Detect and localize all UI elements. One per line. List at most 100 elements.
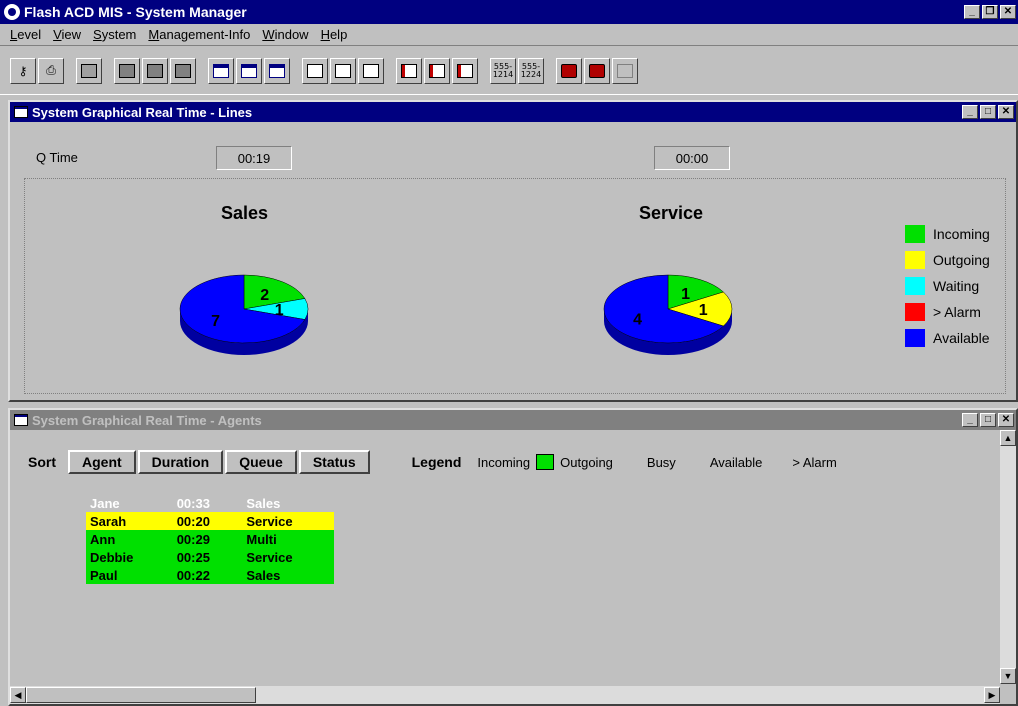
agent-row[interactable]: Jane 00:33 Sales	[86, 494, 334, 512]
monitor-button-2[interactable]	[142, 57, 168, 84]
menu-level[interactable]: Level	[4, 27, 47, 42]
agent-duration: 00:25	[176, 549, 210, 565]
lines-minimize-button[interactable]: _	[962, 105, 978, 119]
pie-value-label: 7	[211, 313, 220, 330]
lines-maximize-button[interactable]: □	[980, 105, 996, 119]
report-icon	[307, 63, 323, 78]
pie-chart-panel: Sales Service 217114 Incoming Outgoing W…	[24, 178, 1006, 394]
agent-name: Paul	[90, 567, 118, 583]
agent-name: Debbie	[90, 549, 134, 565]
phone-icon	[561, 63, 577, 78]
agent-name: Sarah	[90, 513, 127, 529]
agents-window: System Graphical Real Time - Agents _ □ …	[8, 408, 1018, 706]
agent-queue: Sales	[246, 567, 281, 583]
agent-duration: 00:22	[176, 567, 210, 583]
phone-button-1[interactable]	[556, 57, 582, 84]
lines-window-titlebar[interactable]: System Graphical Real Time - Lines _ □ ✕	[10, 102, 1016, 122]
lines-close-button[interactable]: ✕	[998, 105, 1014, 119]
horizontal-scrollbar[interactable]: ◀ ▶	[10, 686, 1000, 704]
vertical-scrollbar[interactable]: ▲ ▼	[1000, 430, 1016, 684]
number-button-1[interactable]: 555- 1214	[490, 57, 516, 84]
agents-minimize-button[interactable]: _	[962, 413, 978, 427]
lines-window: System Graphical Real Time - Lines _ □ ✕…	[8, 100, 1018, 402]
app-title: Flash ACD MIS - System Manager	[24, 4, 247, 20]
scroll-right-icon[interactable]: ▶	[984, 687, 1000, 703]
report-button-4[interactable]	[302, 57, 328, 84]
agents-legend-label: Legend	[411, 454, 462, 470]
lines-window-title: System Graphical Real Time - Lines	[32, 104, 253, 120]
phone-button-2[interactable]	[584, 57, 610, 84]
chart-tool-button[interactable]	[76, 57, 102, 84]
window-menu-icon[interactable]	[14, 414, 28, 426]
restore-button[interactable]: ❐	[982, 5, 998, 19]
report-3-icon	[269, 63, 285, 78]
agent-row[interactable]: Debbie 00:25 Service	[86, 548, 334, 566]
report-button-1[interactable]	[208, 57, 234, 84]
qtime-label: Q Time	[36, 150, 78, 165]
agents-close-button[interactable]: ✕	[998, 413, 1014, 427]
app-titlebar: Flash ACD MIS - System Manager _ ❐ ✕	[0, 0, 1018, 24]
agent-queue: Multi	[246, 531, 277, 547]
scroll-down-icon[interactable]: ▼	[1000, 668, 1016, 684]
agent-row[interactable]: Sarah 00:20 Service	[86, 512, 334, 530]
agents-window-titlebar[interactable]: System Graphical Real Time - Agents _ □ …	[10, 410, 1016, 430]
sort-queue-button[interactable]: Queue	[225, 450, 297, 474]
legend-outgoing: Outgoing	[905, 251, 990, 269]
agents-legend-incoming-swatch	[536, 454, 555, 470]
horizontal-scroll-thumb[interactable]	[26, 687, 256, 703]
minimize-button[interactable]: _	[964, 5, 980, 19]
number-icon: 555- 1214	[492, 61, 514, 79]
report-button-6[interactable]	[358, 57, 384, 84]
sort-bar: Sort Agent Duration Queue Status Legend …	[28, 450, 843, 474]
report-button-8[interactable]	[424, 57, 450, 84]
scroll-left-icon[interactable]: ◀	[10, 687, 26, 703]
report-button-7[interactable]	[396, 57, 422, 84]
report-button-2[interactable]	[236, 57, 262, 84]
monitor-button-1[interactable]	[114, 57, 140, 84]
scroll-up-icon[interactable]: ▲	[1000, 430, 1016, 446]
legend-swatch-waiting	[905, 277, 925, 295]
monitor-icon	[147, 63, 163, 78]
agent-row[interactable]: Paul 00:22 Sales	[86, 566, 334, 584]
sort-agent-button[interactable]: Agent	[68, 450, 136, 474]
legend-label-available: Available	[933, 330, 990, 346]
app-icon[interactable]	[4, 4, 20, 20]
report-button-5[interactable]	[330, 57, 356, 84]
report-red-icon	[401, 63, 417, 78]
toolbar: ⚷ ⎙ 555- 1214 555- 1224	[0, 47, 1018, 95]
agent-name: Jane	[90, 495, 120, 511]
window-menu-icon[interactable]	[14, 106, 28, 118]
agents-maximize-button[interactable]: □	[980, 413, 996, 427]
menu-help[interactable]: Help	[315, 27, 354, 42]
menu-view[interactable]: View	[47, 27, 87, 42]
menu-management-info[interactable]: Management-Info	[142, 27, 256, 42]
close-button[interactable]: ✕	[1000, 5, 1016, 19]
agent-name: Ann	[90, 531, 116, 547]
legend-available: Available	[905, 329, 990, 347]
legend-incoming: Incoming	[905, 225, 990, 243]
agents-legend-incoming: Incoming	[477, 454, 531, 470]
key-button[interactable]: ⚷	[10, 57, 36, 84]
phone-button-3[interactable]	[612, 57, 638, 84]
menu-system[interactable]: System	[87, 27, 142, 42]
legend-waiting: Waiting	[905, 277, 979, 295]
sort-duration-button[interactable]: Duration	[137, 450, 224, 474]
pie-charts: 217114	[179, 274, 733, 355]
menu-window[interactable]: Window	[256, 27, 314, 42]
sort-label: Sort	[28, 454, 56, 470]
legend-swatch-outgoing	[905, 251, 925, 269]
legend-swatch-available	[905, 329, 925, 347]
report-button-9[interactable]	[452, 57, 478, 84]
legend-alarm: > Alarm	[905, 303, 981, 321]
agents-legend-available: Available	[709, 454, 763, 470]
monitor-button-3[interactable]	[170, 57, 196, 84]
agent-row[interactable]: Ann 00:29 Multi	[86, 530, 334, 548]
monitor-icon	[119, 63, 135, 78]
menu-bar: Level View System Management-Info Window…	[0, 24, 1018, 46]
monitor-icon	[175, 63, 191, 78]
number-button-2[interactable]: 555- 1224	[518, 57, 544, 84]
print-button[interactable]: ⎙	[38, 57, 64, 84]
agent-duration: 00:33	[176, 495, 210, 511]
report-button-3[interactable]	[264, 57, 290, 84]
sort-status-button[interactable]: Status	[298, 450, 370, 474]
